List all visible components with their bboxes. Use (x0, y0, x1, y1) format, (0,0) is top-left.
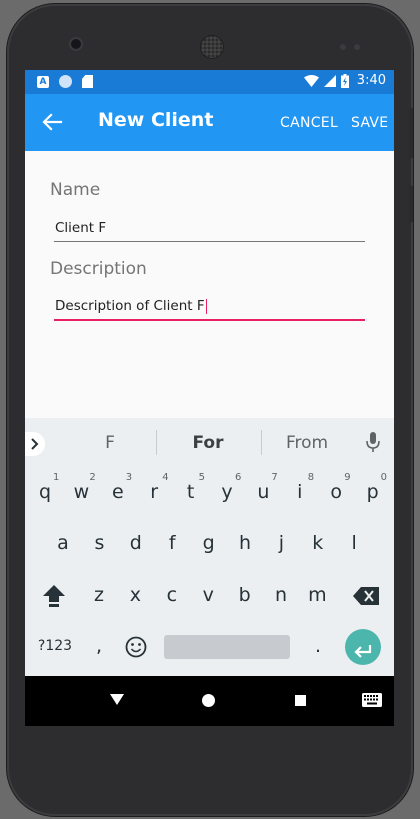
mic-icon[interactable] (366, 432, 380, 454)
description-label: Description (50, 259, 147, 279)
app-bar: New Client CANCEL SAVE (25, 94, 394, 151)
wifi-icon (303, 74, 319, 87)
keyboard-switch-icon[interactable] (362, 693, 382, 707)
status-bar: A 3:40 (25, 70, 394, 94)
keyboard-row-1: q1w2e3r4t5y6u7i8o9p0 (25, 468, 394, 518)
key-hint: 0 (380, 472, 387, 483)
light-sensor (354, 44, 360, 50)
sync-icon (59, 75, 72, 88)
enter-key[interactable] (345, 629, 381, 665)
device-screen: A 3:40 New Client CANCEL SAVE Name Clien… (25, 70, 394, 726)
key-d[interactable]: d (119, 519, 153, 569)
suggestion-divider (261, 430, 262, 455)
key-b[interactable]: b (228, 571, 262, 621)
emoji-icon (125, 636, 147, 658)
arrow-left-icon[interactable] (41, 111, 63, 133)
key-v[interactable]: v (191, 571, 225, 621)
suggestion-toggle-button[interactable] (25, 432, 45, 456)
front-camera (71, 39, 81, 49)
shift-key[interactable] (37, 571, 71, 621)
suggestion-item[interactable]: F (95, 433, 125, 453)
clock: 3:40 (356, 73, 386, 88)
suggestion-item[interactable]: For (185, 433, 231, 453)
key-k[interactable]: k (301, 519, 335, 569)
battery-charging-icon (340, 73, 349, 88)
name-field[interactable]: Client F (54, 217, 365, 242)
keyboard-row-4: ?123 , . (25, 622, 394, 672)
key-x[interactable]: x (118, 571, 152, 621)
keyboard-row-3: zxcvbnm (25, 571, 394, 621)
enter-icon (354, 645, 372, 658)
key-hint: 1 (53, 472, 60, 483)
sd-card-icon (82, 75, 93, 88)
emoji-key[interactable] (119, 622, 153, 672)
description-field[interactable]: Description of Client F (54, 295, 365, 321)
key-s[interactable]: s (82, 519, 116, 569)
navigation-bar (25, 676, 394, 726)
key-l[interactable]: l (337, 519, 371, 569)
key-g[interactable]: g (192, 519, 226, 569)
backspace-key[interactable] (345, 571, 387, 621)
signal-icon (323, 74, 336, 87)
key-hint: 2 (89, 472, 96, 483)
nav-home-icon[interactable] (202, 694, 215, 707)
key-a[interactable]: a (46, 519, 80, 569)
key-f[interactable]: f (155, 519, 189, 569)
shift-icon (43, 585, 65, 607)
proximity-sensor (340, 44, 346, 50)
key-hint: 9 (344, 472, 351, 483)
suggestion-strip: F For From (25, 418, 394, 466)
key-z[interactable]: z (82, 571, 116, 621)
volume-button (409, 108, 413, 158)
space-bar[interactable] (164, 635, 290, 659)
suggestion-item[interactable]: From (281, 433, 333, 453)
name-label: Name (50, 180, 101, 200)
key-hint: 5 (198, 472, 205, 483)
page-title: New Client (98, 109, 214, 131)
comma-key[interactable]: , (87, 622, 111, 672)
key-n[interactable]: n (264, 571, 298, 621)
keyboard-row-2: asdfghjkl (25, 519, 394, 569)
cancel-button[interactable]: CANCEL (280, 115, 338, 131)
symbols-key[interactable]: ?123 (35, 622, 75, 672)
key-c[interactable]: c (155, 571, 189, 621)
key-hint: 8 (307, 472, 315, 483)
nav-back-icon[interactable] (110, 694, 124, 705)
key-hint: 6 (235, 472, 242, 483)
key-j[interactable]: j (264, 519, 298, 569)
soft-keyboard: F For From q1w2e3r4t5y6u7i8o9p0 asdfghjk… (25, 418, 394, 676)
text-caret (205, 298, 207, 314)
description-field-value: Description of Client F (55, 298, 205, 314)
key-hint: 3 (125, 472, 133, 483)
power-button (409, 186, 413, 222)
key-h[interactable]: h (228, 519, 262, 569)
key-m[interactable]: m (300, 571, 334, 621)
earpiece-speaker (200, 35, 224, 59)
key-hint: 4 (162, 472, 169, 483)
period-key[interactable]: . (301, 622, 335, 672)
save-button[interactable]: SAVE (351, 115, 388, 131)
notification-a-icon: A (37, 75, 49, 88)
name-field-value: Client F (55, 220, 107, 236)
chevron-right-icon (31, 438, 39, 450)
key-hint: 7 (271, 472, 278, 483)
nav-recent-apps-icon[interactable] (295, 695, 306, 706)
suggestion-divider (156, 430, 157, 455)
backspace-icon (353, 587, 379, 605)
